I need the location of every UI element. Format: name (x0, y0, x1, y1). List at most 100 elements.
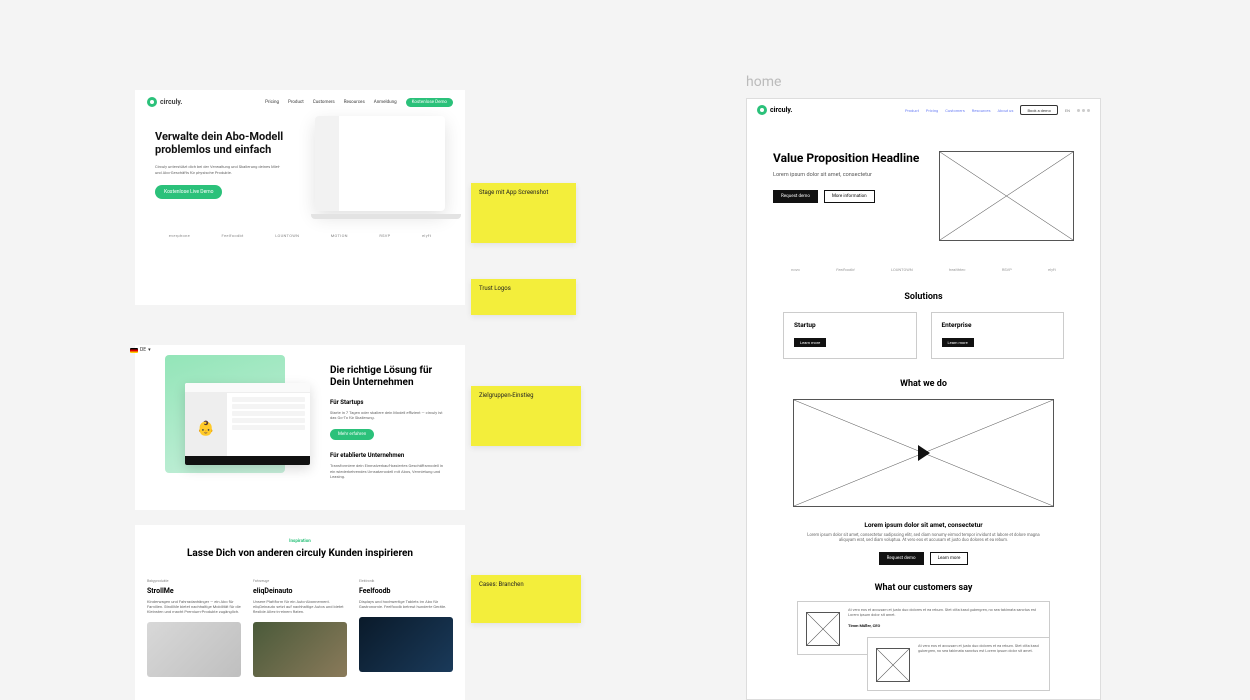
nav-product[interactable]: Product (288, 100, 304, 105)
case-card[interactable]: Babyprodukte StrollMe Kinderwagen und Fa… (147, 579, 241, 678)
case-desc: Kinderwagen und Fahrradanhänger — ein Ab… (147, 599, 241, 615)
body-secondary-button[interactable]: Learn more (930, 552, 969, 565)
nav-product[interactable]: Product (905, 108, 919, 113)
trust-logo: everphone (169, 233, 190, 238)
nav-resources[interactable]: Resources (344, 100, 365, 105)
site-nav: circuly. Pricing Product Customers Resou… (135, 90, 465, 114)
trust-logo: elyft (422, 233, 431, 238)
trust-logo: LOUNTOWN (891, 267, 913, 272)
nav-login[interactable]: Anmeldung (374, 100, 397, 105)
nav-cta-button[interactable]: Book a demo (1020, 105, 1057, 115)
solution-card-enterprise[interactable]: Enterprise Learn more (931, 312, 1065, 359)
trust-logos-row: everphone Feelfoodbt LOUNTOWN MOTION RSV… (135, 219, 465, 248)
language-label: DE (140, 347, 146, 353)
testimonial-name: Timm Müller, CEO (848, 623, 1041, 628)
startup-cta-button[interactable]: Mehr erfahren (330, 429, 374, 440)
nav-pricing[interactable]: Pricing (926, 108, 938, 113)
app-screenshot (315, 116, 445, 211)
artboard-cases: Inspiration Lasse Dich von anderen circu… (135, 525, 465, 700)
language-switch[interactable]: DE ▾ (130, 347, 151, 353)
flag-de-icon (130, 348, 138, 353)
brand-name: circuly. (160, 98, 182, 106)
wf-nav: circuly. Product Pricing Customers Resou… (747, 99, 1100, 121)
hero-headline: Verwalte dein Abo-Modell problemlos und … (155, 130, 301, 156)
case-image (253, 622, 347, 677)
case-title: StrollMe (147, 587, 241, 595)
product-card: 👶 (185, 383, 310, 465)
nav-pricing[interactable]: Pricing (265, 100, 279, 105)
laptop-base-icon (311, 214, 461, 219)
case-category: Fahrzeuge (253, 579, 347, 583)
sticky-note-trust[interactable]: Trust Logos (471, 279, 576, 315)
nav-customers[interactable]: Customers (945, 108, 964, 113)
trust-logo: RSVP (1002, 267, 1012, 272)
case-image (147, 622, 241, 677)
logo-icon (757, 105, 767, 115)
trust-logo: novo (791, 267, 800, 272)
hero-cta-button[interactable]: Kostenlose Live Demo (155, 185, 222, 199)
frame-label: home (746, 74, 781, 90)
sticky-note-solutions[interactable]: Zielgruppen-Einstieg (471, 386, 581, 446)
hero-primary-button[interactable]: Request demo (773, 190, 818, 203)
enterprise-heading: Für etablierte Unternehmen (330, 452, 447, 459)
case-card[interactable]: Fahrzeuge eliqDeinauto Unsere Plattform … (253, 579, 347, 678)
customers-title: What our customers say (747, 583, 1100, 593)
case-desc: Displays und hochwertige Tablets im Abo … (359, 599, 453, 609)
sticky-note-hero[interactable]: Stage mit App Screenshot (471, 183, 576, 243)
cases-title: Lasse Dich von anderen circuly Kunden in… (147, 548, 453, 561)
case-card[interactable]: Elektronik Feelfoodb Displays und hochwe… (359, 579, 453, 678)
startup-desc: Starte in 7 Tagen oder skaliere dein Mod… (330, 410, 447, 420)
avatar-placeholder (876, 648, 910, 682)
wireframe-home: circuly. Product Pricing Customers Resou… (746, 98, 1101, 700)
case-title: Feelfoodb (359, 587, 453, 595)
case-category: Babyprodukte (147, 579, 241, 583)
card-title: Startup (794, 321, 906, 329)
trust-logo: Feelfoodbt (222, 233, 244, 238)
video-placeholder[interactable] (793, 399, 1054, 507)
avatar-placeholder (806, 612, 840, 646)
language-switch[interactable]: EN (1065, 108, 1070, 113)
body-heading: Lorem ipsum dolor sit amet, consectetur (803, 521, 1044, 529)
case-title: eliqDeinauto (253, 587, 347, 595)
trust-logos-row: novo Feelfoodbt LOUNTOWN healthtec RSVP … (747, 261, 1100, 286)
solutions-title: Die richtige Lösung für Dein Unternehmen (330, 365, 447, 389)
hero-secondary-button[interactable]: More information (824, 190, 875, 203)
sticky-note-cases[interactable]: Cases: Branchen (471, 575, 581, 623)
case-desc: Unsere Plattform für ein Auto-Abonnement… (253, 599, 347, 615)
card-button[interactable]: Learn more (794, 338, 826, 347)
body-primary-button[interactable]: Request demo (879, 552, 924, 565)
brand-logo[interactable]: circuly. (757, 105, 792, 115)
hero-image-placeholder (939, 151, 1074, 241)
hero-headline: Value Proposition Headline (773, 151, 921, 165)
enterprise-desc: Transformiere dein Einmalverkauf-basiert… (330, 463, 447, 479)
testimonial-quote: At vero eos et accusam et justo duo dolo… (848, 608, 1041, 618)
whatwedo-title: What we do (747, 379, 1100, 389)
nav-cta-button[interactable]: Kostenlose Demo (406, 98, 453, 107)
body-paragraph: Lorem ipsum dolor sit amet, consectetur … (803, 533, 1044, 544)
testimonial-card: At vero eos et accusam et justo duo dolo… (867, 637, 1050, 691)
trust-logo: healthtec (949, 267, 966, 272)
artboard-solutions: DE ▾ 👶 Die richtige Lösung für Dein Unte… (135, 345, 465, 510)
solutions-title: Solutions (747, 292, 1100, 302)
nav-customers[interactable]: Customers (313, 100, 335, 105)
trust-logo: LOUNTOWN (275, 233, 299, 238)
trust-logo: elyft (1048, 267, 1056, 272)
testimonial-quote: At vero eos et accusam et justo duo dolo… (918, 644, 1041, 654)
case-image (359, 617, 453, 672)
solution-card-startup[interactable]: Startup Learn more (783, 312, 917, 359)
artboard-hero: circuly. Pricing Product Customers Resou… (135, 90, 465, 305)
nav-about[interactable]: About us (998, 108, 1014, 113)
logo-icon (147, 97, 157, 107)
chevron-down-icon: ▾ (148, 347, 151, 353)
brand-logo[interactable]: circuly. (147, 97, 182, 107)
cases-eyebrow: Inspiration (147, 539, 453, 544)
startup-heading: Für Startups (330, 399, 447, 406)
card-button[interactable]: Learn more (942, 338, 974, 347)
menu-dots-icon[interactable] (1077, 109, 1090, 112)
play-icon (918, 445, 930, 461)
trust-logo: MOTION (331, 233, 348, 238)
trust-logo: Feelfoodbt (836, 267, 855, 272)
nav-resources[interactable]: Resources (972, 108, 991, 113)
card-title: Enterprise (942, 321, 1054, 329)
stroller-icon: 👶 (185, 393, 227, 465)
